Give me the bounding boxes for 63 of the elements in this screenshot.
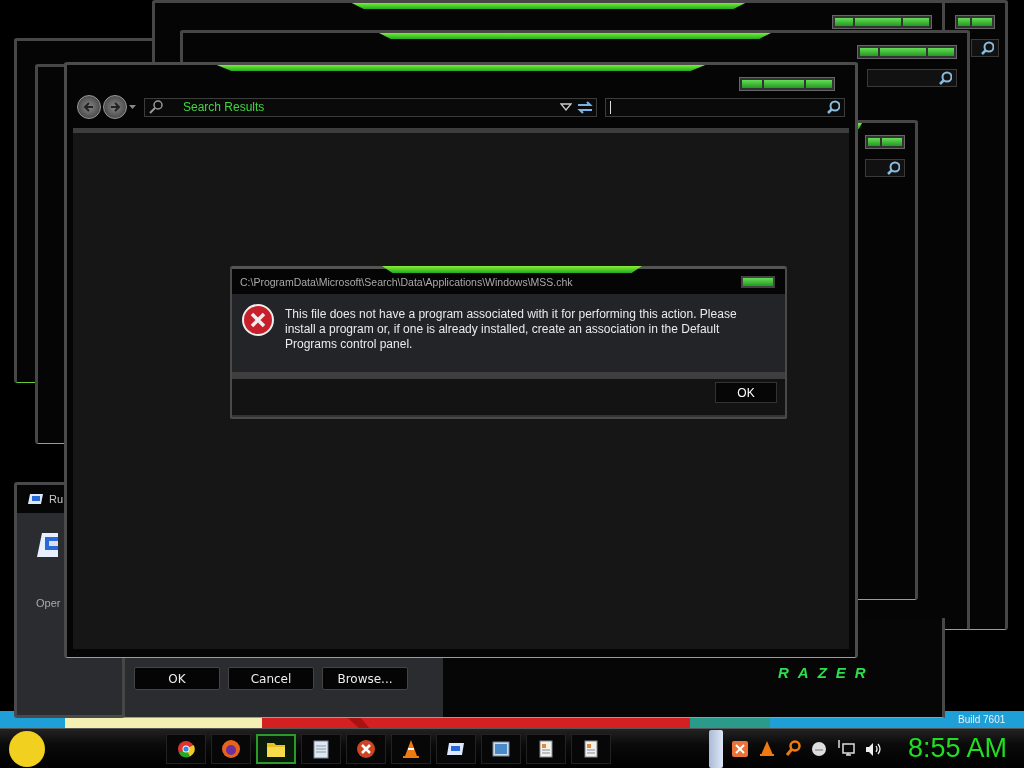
back-button[interactable]	[77, 95, 101, 119]
forward-arrow-icon	[108, 100, 122, 114]
taskbar-button[interactable]	[256, 733, 296, 764]
search-field[interactable]	[865, 159, 905, 177]
address-bar[interactable]: Search Results	[144, 97, 597, 117]
error-icon	[356, 738, 376, 759]
search-icon[interactable]	[785, 740, 801, 757]
caption-buttons[interactable]	[857, 45, 957, 59]
taskbar-button[interactable]	[526, 733, 566, 764]
logo-text: RAZER	[778, 664, 875, 681]
search-field[interactable]	[605, 97, 845, 117]
scroll-buttons[interactable]	[709, 729, 723, 768]
image-window-icon	[491, 738, 511, 759]
taskbar-button[interactable]	[301, 733, 341, 764]
open-label: Oper	[36, 597, 62, 609]
window-title: Ru	[49, 493, 64, 505]
taskbar-button[interactable]	[481, 733, 521, 764]
close-button[interactable]	[741, 275, 775, 288]
desktop-build-text: Build 7601	[958, 714, 1006, 725]
traffic-cone-icon	[401, 738, 421, 759]
taskbar-button[interactable]	[166, 733, 206, 764]
dialog-button[interactable]: Browse...	[322, 667, 408, 690]
clock[interactable]: 8:55 AM	[908, 733, 1008, 764]
run-icon	[27, 492, 44, 506]
search-field[interactable]	[971, 39, 999, 57]
search-icon[interactable]	[886, 161, 900, 175]
taskbar-button[interactable]	[346, 733, 386, 764]
browser-icon	[221, 738, 241, 759]
caption-buttons[interactable]	[865, 135, 905, 149]
caption-buttons[interactable]	[955, 15, 995, 29]
dropdown-caret-icon[interactable]	[560, 103, 572, 111]
caption-buttons[interactable]	[739, 77, 835, 91]
search-field[interactable]	[867, 69, 957, 87]
search-icon[interactable]	[980, 41, 994, 55]
address-text: Search Results	[183, 100, 266, 114]
back-arrow-icon	[82, 100, 96, 114]
taskbar-button[interactable]	[571, 733, 611, 764]
start-orb-icon[interactable]	[6, 729, 48, 768]
taskbar-button[interactable]	[436, 733, 476, 764]
search-icon	[149, 100, 163, 114]
network-icon[interactable]	[837, 740, 855, 757]
dialog-title: C:\ProgramData\Microsoft\Search\Data\Applications\Windows\MSS.chk	[240, 275, 574, 288]
dialog-button[interactable]: OK	[134, 667, 220, 690]
document-icon	[536, 738, 556, 759]
error-message: This file does not have a program associated with it for performing this action. Please install a program or, if one is already installed, create an association in the Default Programs control panel.	[285, 306, 738, 352]
ok-button[interactable]: OK	[715, 382, 777, 403]
taskbar-button[interactable]	[391, 733, 431, 764]
error-icon	[242, 304, 274, 336]
search-icon[interactable]	[826, 100, 840, 114]
notepad-icon	[311, 738, 331, 759]
globe-icon	[177, 739, 195, 758]
caption-buttons[interactable]	[832, 15, 932, 29]
taskbar-button[interactable]	[211, 733, 251, 764]
dialog-button[interactable]: Cancel	[228, 667, 314, 690]
search-icon[interactable]	[938, 71, 952, 85]
status-icon[interactable]	[811, 740, 827, 757]
tray-app-icon[interactable]	[731, 739, 749, 758]
run-icon	[36, 531, 58, 559]
traffic-cone-icon[interactable]	[759, 740, 775, 757]
caret-icon[interactable]	[129, 105, 136, 109]
document-icon	[581, 738, 601, 759]
forward-button[interactable]	[103, 95, 127, 119]
refresh-icon[interactable]	[576, 99, 594, 115]
